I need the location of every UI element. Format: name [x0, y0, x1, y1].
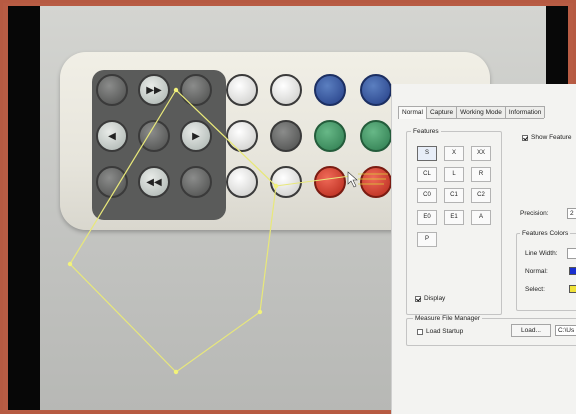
feature-button-cl[interactable]: CL — [417, 167, 437, 182]
features-colors-group: Features Colors Line Width: Normal: Sele… — [516, 230, 576, 311]
features-group: Features S X XX CL L R C0 C1 C2 E0 E1 A … — [406, 128, 502, 315]
feature-button-p[interactable]: P — [417, 232, 437, 247]
precision-label: Precision: — [520, 210, 549, 217]
feature-button-c2[interactable]: C2 — [471, 188, 491, 203]
settings-panel: Normal Capture Working Mode Information … — [392, 84, 576, 414]
measure-point[interactable] — [67, 261, 73, 267]
show-features-checkbox-box[interactable] — [522, 134, 528, 141]
normal-color-label: Normal: — [525, 268, 548, 275]
feature-button-r[interactable]: R — [471, 167, 491, 182]
tab-working-mode[interactable]: Working Mode — [456, 106, 506, 118]
precision-input[interactable]: 2 — [567, 208, 576, 219]
measure-point[interactable] — [173, 369, 179, 375]
measure-file-manager-group: Measure File Manager Load Startup Load..… — [406, 315, 576, 346]
feature-button-l[interactable]: L — [444, 167, 464, 182]
measure-file-manager-title: Measure File Manager — [413, 315, 483, 322]
features-group-title: Features — [411, 128, 441, 135]
features-colors-title: Features Colors — [520, 230, 571, 237]
polygon-measure-line[interactable] — [69, 89, 277, 373]
load-startup-checkbox-box[interactable] — [417, 328, 423, 335]
line-width-select[interactable] — [567, 248, 576, 259]
feature-button-s[interactable]: S — [417, 146, 437, 161]
load-button[interactable]: Load... — [511, 324, 551, 337]
load-startup-label: Load Startup — [426, 328, 464, 335]
measure-point[interactable] — [173, 87, 179, 93]
normal-color-swatch[interactable] — [569, 267, 576, 275]
feature-button-c1[interactable]: C1 — [444, 188, 464, 203]
line-width-label: Line Width: — [525, 250, 558, 257]
measure-point[interactable] — [273, 183, 279, 189]
tab-information[interactable]: Information — [504, 106, 546, 118]
measure-point[interactable] — [257, 309, 263, 315]
display-checkbox-box[interactable] — [415, 295, 421, 302]
measure-segment-line[interactable] — [175, 89, 351, 187]
feature-button-a[interactable]: A — [471, 210, 491, 225]
feature-button-xx[interactable]: XX — [471, 146, 491, 161]
load-startup-checkbox[interactable]: Load Startup — [417, 328, 463, 335]
feature-button-e0[interactable]: E0 — [417, 210, 437, 225]
tab-normal[interactable]: Normal — [398, 106, 427, 119]
feature-button-x[interactable]: X — [444, 146, 464, 161]
show-features-checkbox[interactable]: Show Feature — [522, 134, 571, 141]
display-checkbox[interactable]: Display — [415, 295, 445, 302]
select-color-label: Select: — [525, 286, 545, 293]
tab-bar: Normal Capture Working Mode Information — [398, 106, 546, 119]
tab-capture[interactable]: Capture — [425, 106, 458, 118]
mouse-cursor-icon — [347, 171, 358, 188]
feature-button-e1[interactable]: E1 — [444, 210, 464, 225]
feature-button-c0[interactable]: C0 — [417, 188, 437, 203]
display-checkbox-label: Display — [424, 295, 446, 302]
measure-file-path-field[interactable]: C:\Us — [555, 325, 576, 336]
show-features-label: Show Feature — [531, 134, 572, 141]
select-color-swatch[interactable] — [569, 285, 576, 293]
